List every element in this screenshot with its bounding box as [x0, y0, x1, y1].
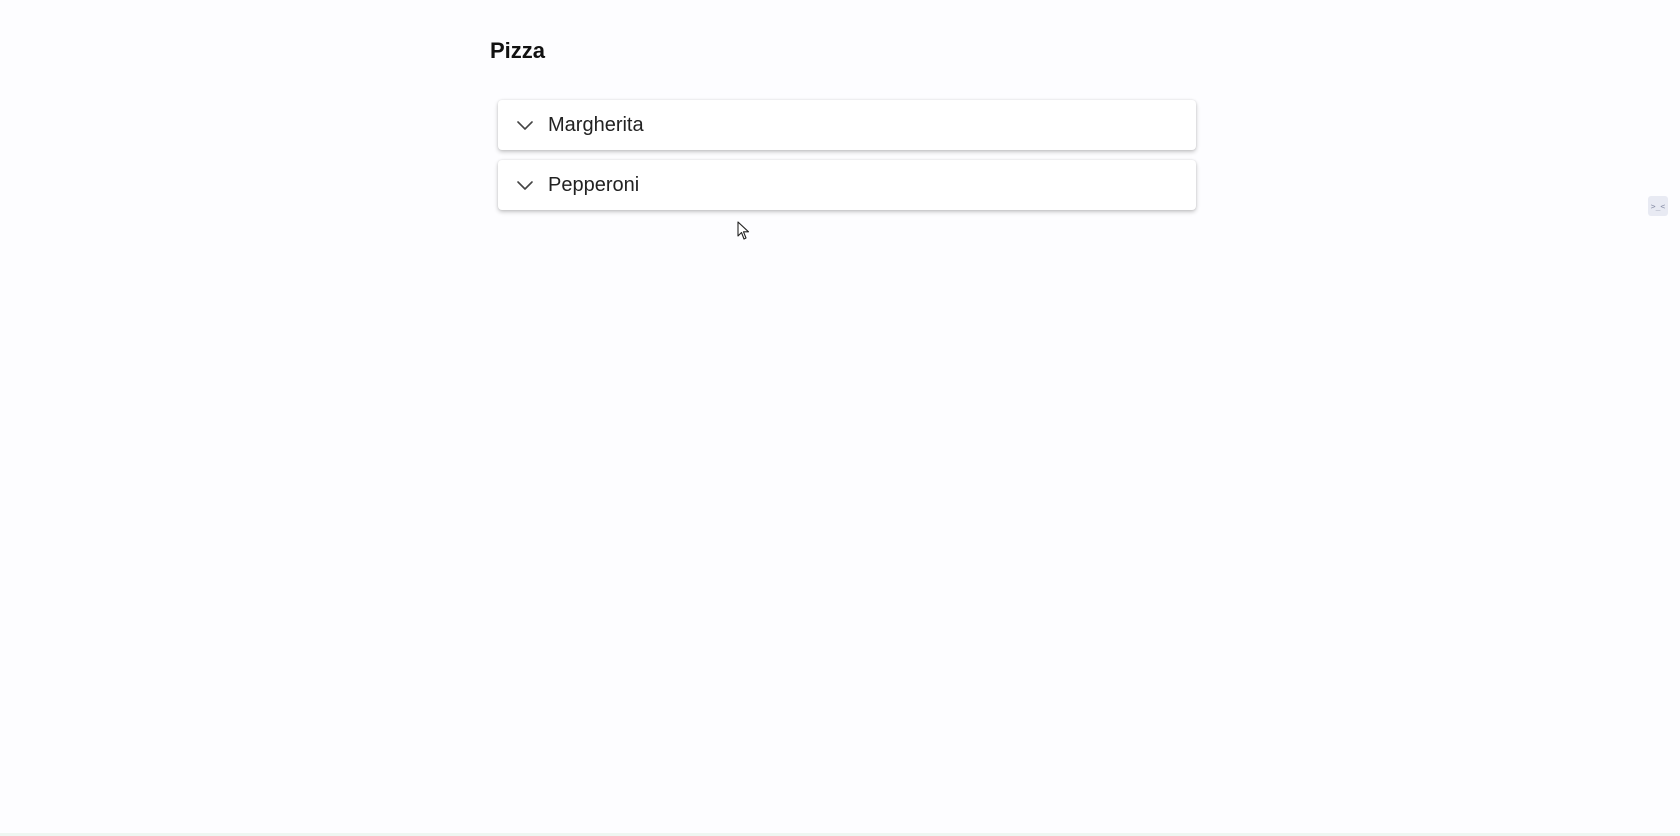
- page: Pizza Margherita Pepperoni >_<: [0, 0, 1680, 836]
- accordion-item-margherita[interactable]: Margherita: [498, 100, 1196, 150]
- accordion-item-pepperoni[interactable]: Pepperoni: [498, 160, 1196, 210]
- side-widget-glyph: >_<: [1650, 201, 1666, 211]
- accordion-item-label: Margherita: [548, 113, 644, 136]
- chevron-down-icon[interactable]: [514, 174, 536, 196]
- page-title: Pizza: [490, 38, 546, 63]
- chevron-down-icon[interactable]: [514, 114, 536, 136]
- terminal-icon[interactable]: >_<: [1648, 196, 1668, 216]
- mouse-cursor-icon: [737, 221, 750, 240]
- accordion-item-label: Pepperoni: [548, 173, 640, 196]
- main-content: Pizza Margherita Pepperoni: [490, 36, 1210, 220]
- pizza-accordion: Margherita Pepperoni: [498, 100, 1196, 210]
